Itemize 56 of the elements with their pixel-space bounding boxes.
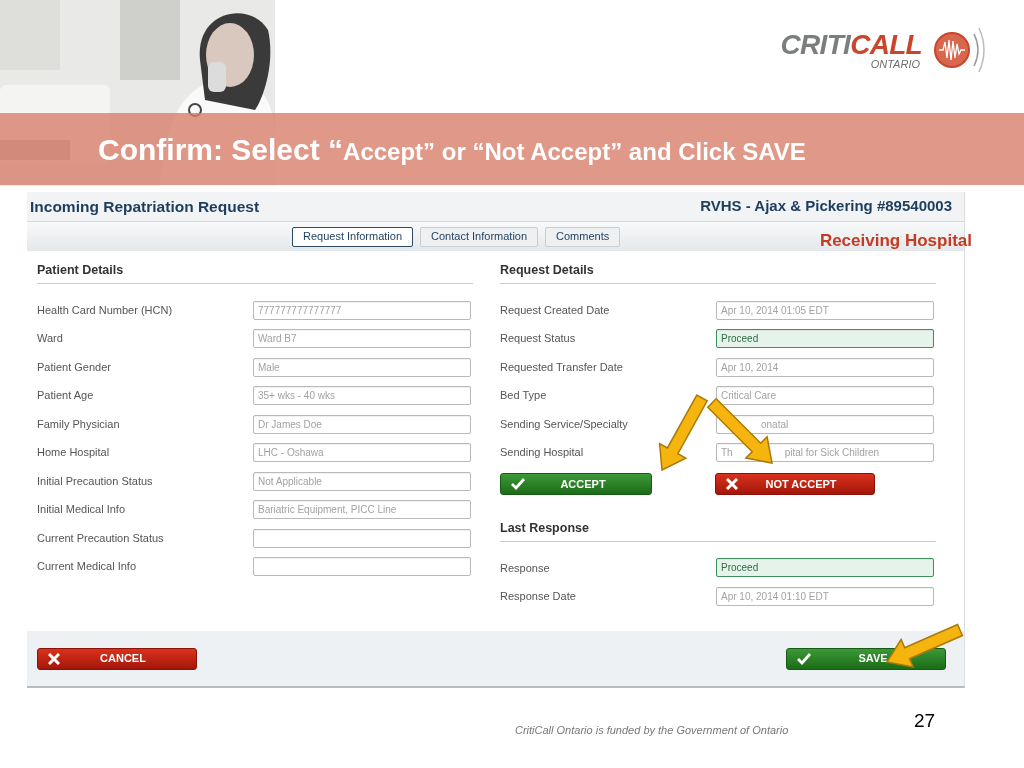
- text-field[interactable]: Apr 10, 2014 01:10 EDT: [716, 586, 934, 606]
- field-label: Initial Medical Info: [37, 502, 126, 518]
- field-label: Request Created Date: [500, 302, 610, 318]
- text-field[interactable]: Ward B7: [253, 329, 471, 348]
- annotation-label: Receiving Hospital: [819, 230, 972, 252]
- field-label: Requested Transfer Date: [500, 359, 623, 375]
- text-field[interactable]: onatal: [716, 414, 934, 434]
- slide-title: Confirm: Select “Accept” or “Not Accept” and Click SAVE: [98, 131, 806, 168]
- footer-note: CritiCall Ontario is funded by the Government of Ontario: [515, 723, 789, 738]
- text-field[interactable]: Male: [253, 357, 471, 377]
- reject-button[interactable]: CANCEL: [37, 647, 197, 670]
- text-field[interactable]: Proceed: [716, 558, 934, 578]
- reject-button[interactable]: NOT ACCEPT: [715, 472, 875, 495]
- text-field[interactable]: Apr 10, 2014: [716, 357, 934, 377]
- field-label: Bed Type: [500, 388, 547, 404]
- confirm-button[interactable]: ACCEPT: [500, 472, 652, 495]
- text-field[interactable]: 35+ wks - 40 wks: [253, 386, 471, 405]
- text-field[interactable]: LHC - Oshawa: [253, 443, 471, 462]
- close-icon: [726, 477, 738, 490]
- close-icon: [48, 652, 60, 665]
- text-field[interactable]: Proceed: [716, 329, 934, 348]
- field-label: Home Hospital: [37, 445, 110, 461]
- field-label: Response Date: [500, 589, 576, 604]
- field-label: Sending Service/Specialty: [500, 416, 628, 432]
- field-label: Sending Hospital: [500, 445, 584, 461]
- field-label: Health Card Number (HCN): [37, 302, 173, 318]
- section-heading: Request Details: [500, 261, 936, 284]
- section-heading: Last Response: [500, 518, 936, 542]
- page-number: 27: [914, 709, 936, 733]
- logo-subtitle: ONTARIO: [870, 58, 920, 70]
- field-label: Family Physician: [37, 416, 120, 432]
- logo-wordmark: CRITICALL: [780, 30, 922, 59]
- tab[interactable]: Contact Information: [420, 226, 539, 247]
- text-field[interactable]: Dr James Doe: [253, 414, 471, 434]
- field-label: Initial Precaution Status: [37, 473, 153, 489]
- field-label: Ward: [37, 331, 63, 347]
- section-heading: Patient Details: [37, 261, 473, 284]
- field-label: Current Precaution Status: [37, 530, 164, 546]
- text-field[interactable]: [253, 557, 471, 576]
- field-label: Current Medical Info: [37, 559, 137, 575]
- text-field[interactable]: Critical Care: [716, 386, 934, 405]
- window-title: Incoming Repatriation Request: [30, 196, 260, 217]
- field-label: Request Status: [500, 331, 576, 347]
- field-label: Response: [500, 560, 550, 576]
- text-field[interactable]: Apr 10, 2014 01:05 EDT: [716, 300, 934, 320]
- tab[interactable]: Comments: [545, 226, 621, 247]
- checkmark-icon: [511, 477, 525, 490]
- request-reference: RVHS - Ajax & Pickering #89540003: [700, 196, 952, 217]
- field-label: Patient Gender: [37, 359, 111, 375]
- text-field[interactable]: Bariatric Equipment, PICC Line: [253, 500, 471, 519]
- field-label: Patient Age: [37, 388, 94, 404]
- checkmark-icon: [797, 652, 811, 665]
- text-field[interactable]: Not Applicable: [253, 471, 471, 491]
- tab[interactable]: Request Information: [292, 226, 414, 247]
- text-field[interactable]: 777777777777777: [253, 300, 471, 320]
- text-field[interactable]: [253, 528, 471, 548]
